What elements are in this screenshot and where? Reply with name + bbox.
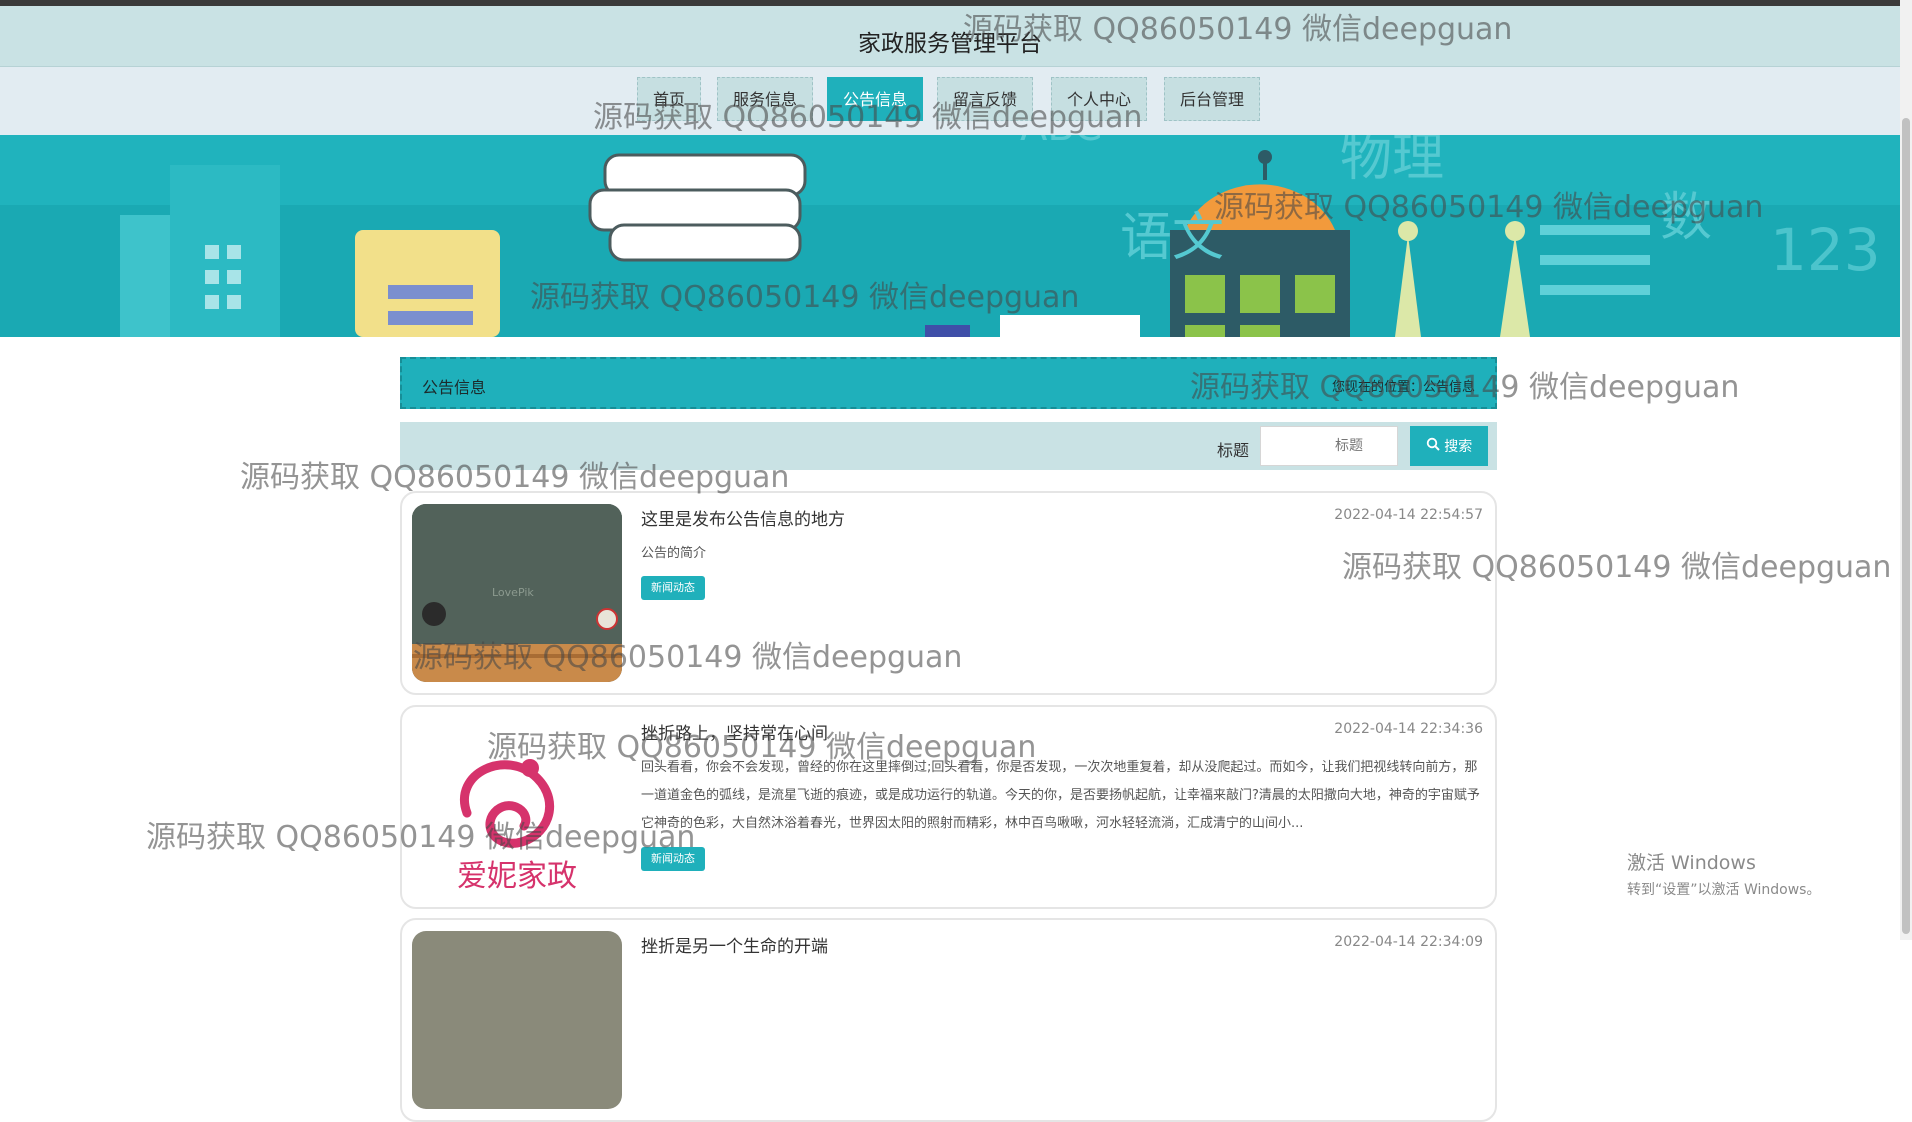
site-title: 家政服务管理平台 <box>858 31 1042 57</box>
scrollbar-thumb[interactable] <box>1902 118 1910 934</box>
search-bar: 标题 搜索 <box>400 422 1497 470</box>
announcement-title[interactable]: 这里是发布公告信息的地方 <box>641 505 845 530</box>
announcement-thumbnail[interactable]: 爱妮家政 <box>412 718 622 896</box>
brand-logo-text: 爱妮家政 <box>457 859 577 894</box>
nav-admin[interactable]: 后台管理 <box>1164 77 1260 121</box>
search-input[interactable] <box>1260 426 1398 466</box>
banner-word-abc: ABC <box>1020 135 1102 150</box>
announcement-time: 2022-04-14 22:34:09 <box>1334 934 1483 950</box>
announcement-title[interactable]: 挫折是另一个生命的开端 <box>641 932 828 957</box>
announcement-summary: 公告的简介 <box>641 546 707 561</box>
announcement-thumbnail[interactable]: LovePik <box>412 504 622 682</box>
page-scrollbar[interactable] <box>1900 0 1912 940</box>
announcement-card[interactable]: 爱妮家政 挫折路上，坚持常在心间 2022-04-14 22:34:36 回头看… <box>400 705 1497 909</box>
activation-title: 激活 Windows <box>1627 852 1756 874</box>
main-nav: 首页 服务信息 公告信息 留言反馈 个人中心 后台管理 <box>0 67 1900 135</box>
announcement-time: 2022-04-14 22:54:57 <box>1334 507 1483 523</box>
breadcrumb: 您现在的位置：公告信息 <box>1331 380 1475 395</box>
search-label: 标题 <box>1217 441 1250 460</box>
blackboard-image: LovePik <box>412 504 622 682</box>
announcement-card[interactable]: 挫折是另一个生命的开端 2022-04-14 22:34:09 <box>400 918 1497 1122</box>
search-button[interactable]: 搜索 <box>1410 426 1488 466</box>
announcement-summary: 回头看看，你会不会发现，曾经的你在这里摔倒过;回头看看，你是否发现，一次次地重复… <box>641 760 1480 831</box>
search-button-label: 搜索 <box>1444 439 1473 455</box>
announcement-title[interactable]: 挫折路上，坚持常在心间 <box>641 719 828 744</box>
nav-service-info[interactable]: 服务信息 <box>717 77 813 121</box>
nav-announcements[interactable]: 公告信息 <box>827 77 923 121</box>
nav-personal-center[interactable]: 个人中心 <box>1051 77 1147 121</box>
banner-word-chinese: 语文 <box>1120 208 1224 268</box>
category-tag: 新闻动态 <box>641 576 705 600</box>
nav-home[interactable]: 首页 <box>637 77 701 121</box>
banner-word-123: 123 <box>1770 216 1881 284</box>
banner-word-math: 数 <box>1660 188 1712 248</box>
activation-subtitle: 转到“设置”以激活 Windows。 <box>1627 882 1821 898</box>
category-tag: 新闻动态 <box>641 847 705 871</box>
brand-logo-image: 爱妮家政 <box>457 759 577 894</box>
announcement-card[interactable]: LovePik 这里是发布公告信息的地方 2022-04-14 22:54:57… <box>400 491 1497 695</box>
site-header: 家政服务管理平台 <box>0 6 1900 67</box>
nav-feedback[interactable]: 留言反馈 <box>937 77 1033 121</box>
banner-illustration: 语文 物理 数 123 ABC <box>0 135 1900 337</box>
thumb-lovepik-label: LovePik <box>492 586 534 599</box>
hero-banner: 语文 物理 数 123 ABC <box>0 135 1900 337</box>
banner-word-physics: 物理 <box>1340 135 1444 188</box>
windows-activation-notice: 激活 Windows 转到“设置”以激活 Windows。 <box>1627 848 1820 899</box>
section-title: 公告信息 <box>422 378 487 397</box>
announcement-time: 2022-04-14 22:34:36 <box>1334 721 1483 737</box>
announcement-thumbnail[interactable] <box>412 931 622 1109</box>
section-header: 公告信息 您现在的位置：公告信息 <box>400 357 1497 409</box>
search-icon <box>1426 437 1440 455</box>
